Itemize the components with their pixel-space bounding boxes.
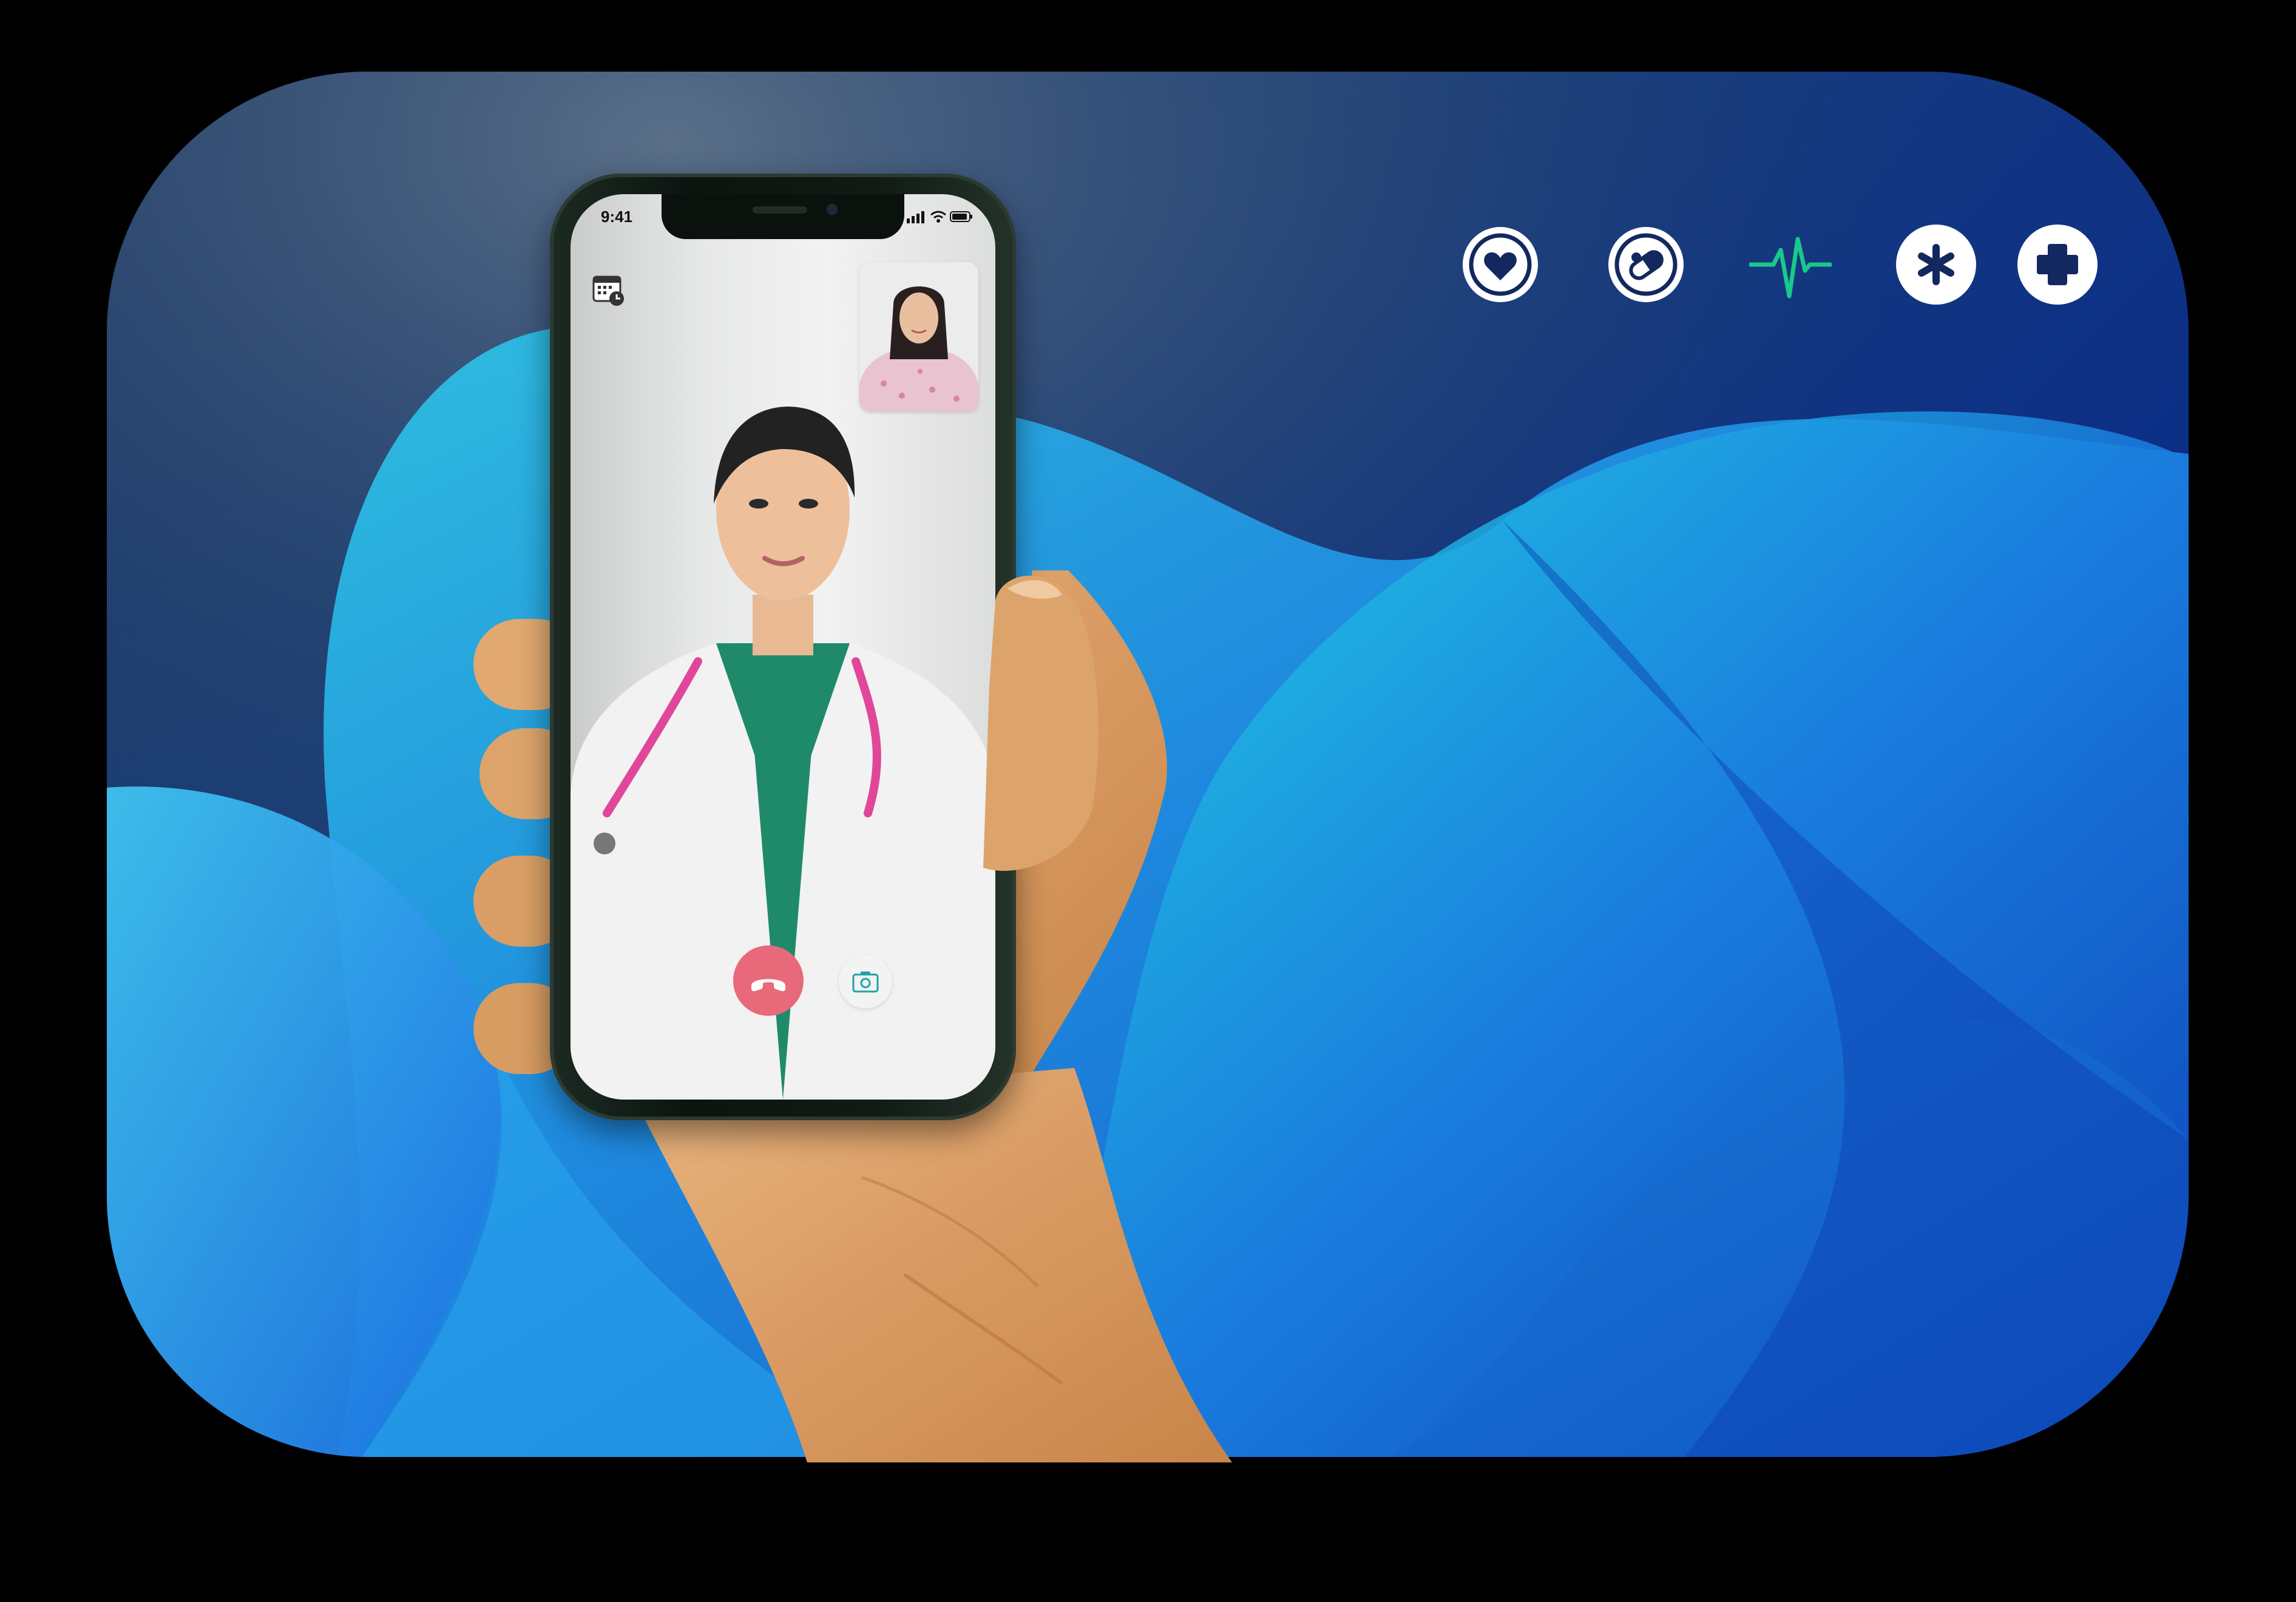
status-bar-icons	[907, 209, 974, 225]
earpiece	[753, 206, 807, 214]
medical-cross-icon	[2016, 223, 2099, 306]
end-call-button[interactable]	[733, 945, 804, 1016]
smartphone: 9:41	[550, 174, 1016, 1120]
self-view-video[interactable]	[859, 262, 978, 411]
heart-icon	[1459, 223, 1542, 306]
thumb	[983, 564, 1111, 880]
heartbeat-icon	[1749, 223, 1832, 306]
pill-icon	[1605, 223, 1687, 306]
telehealth-promo-canvas: 9:41	[0, 0, 2296, 1602]
phone-hangup-icon	[751, 979, 785, 992]
asterisk-icon	[1895, 223, 1977, 306]
front-camera	[827, 204, 838, 215]
status-bar-time: 9:41	[601, 208, 633, 226]
phone-notch	[662, 194, 904, 239]
calendar-clock-icon[interactable]	[591, 272, 626, 307]
video-call-screen: 9:41	[571, 194, 995, 1100]
switch-camera-button[interactable]	[839, 955, 892, 1009]
